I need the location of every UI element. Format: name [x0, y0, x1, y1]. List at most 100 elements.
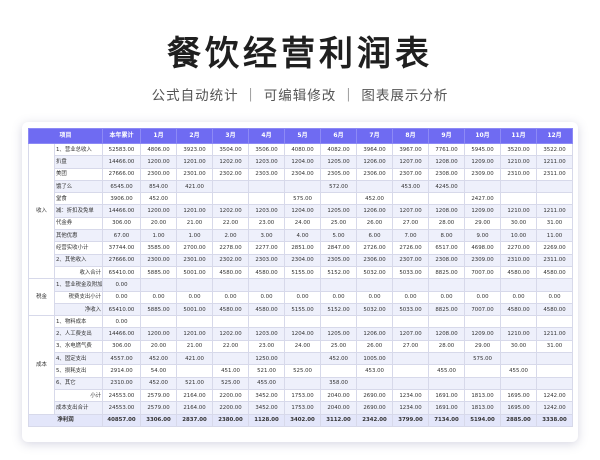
month-value-cell[interactable]: 3967.00: [392, 142, 430, 157]
month-value-cell[interactable]: [392, 352, 430, 366]
month-value-cell[interactable]: 30.00: [500, 216, 538, 231]
month-value-cell[interactable]: 452.00: [140, 352, 178, 366]
month-value-cell[interactable]: 1208.00: [428, 327, 466, 341]
month-value-cell[interactable]: [500, 192, 538, 206]
month-value-cell[interactable]: 1695.00: [500, 388, 538, 403]
month-value-cell[interactable]: 23.00: [248, 216, 286, 231]
month-value-cell[interactable]: 4082.00: [320, 142, 358, 157]
month-value-cell[interactable]: 0.00: [140, 290, 178, 304]
month-value-cell[interactable]: 1210.00: [500, 155, 538, 169]
header-item[interactable]: 项目: [27, 128, 104, 144]
net-profit-month-cell[interactable]: 3799.00: [392, 413, 430, 427]
month-value-cell[interactable]: 20.00: [140, 216, 178, 231]
month-value-cell[interactable]: 0.00: [428, 290, 466, 304]
month-value-cell[interactable]: 3585.00: [140, 241, 178, 255]
month-value-cell[interactable]: 0.00: [500, 290, 538, 304]
ytd-total-cell[interactable]: 14466.00: [102, 327, 142, 341]
month-value-cell[interactable]: 2306.00: [356, 167, 394, 181]
month-value-cell[interactable]: 1203.00: [248, 204, 286, 218]
ytd-total-cell[interactable]: 52583.00: [102, 142, 142, 157]
month-value-cell[interactable]: 24.00: [284, 339, 322, 354]
month-value-cell[interactable]: 10.00: [500, 229, 538, 243]
ytd-total-cell[interactable]: 65410.00: [102, 302, 142, 317]
ytd-total-cell[interactable]: 3906.00: [102, 192, 142, 206]
month-value-cell[interactable]: [284, 376, 322, 390]
net-profit-month-cell[interactable]: 3112.00: [320, 413, 358, 427]
month-value-cell[interactable]: [536, 352, 574, 366]
month-value-cell[interactable]: 1234.00: [392, 388, 430, 403]
month-value-cell[interactable]: 3504.00: [212, 142, 250, 157]
net-profit-month-cell[interactable]: 2342.00: [356, 413, 394, 427]
header-month[interactable]: 5月: [284, 128, 322, 144]
month-value-cell[interactable]: 1207.00: [392, 327, 430, 341]
month-value-cell[interactable]: 7761.00: [428, 142, 466, 157]
month-value-cell[interactable]: 1753.00: [284, 401, 322, 415]
month-value-cell[interactable]: 7007.00: [464, 302, 502, 317]
month-value-cell[interactable]: 2700.00: [176, 241, 214, 255]
month-value-cell[interactable]: 1204.00: [284, 155, 322, 169]
month-value-cell[interactable]: 2304.00: [284, 253, 322, 267]
month-value-cell[interactable]: 4580.00: [536, 302, 574, 317]
month-value-cell[interactable]: 1206.00: [356, 155, 394, 169]
month-value-cell[interactable]: 1242.00: [536, 388, 574, 403]
month-value-cell[interactable]: 21.00: [176, 339, 214, 354]
item-name-cell[interactable]: 1、营业税金及附加: [53, 278, 104, 292]
month-value-cell[interactable]: 4580.00: [500, 302, 538, 317]
month-value-cell[interactable]: 4698.00: [464, 241, 502, 255]
month-value-cell[interactable]: [320, 192, 358, 206]
month-value-cell[interactable]: [284, 315, 322, 329]
month-value-cell[interactable]: 31.00: [536, 339, 574, 354]
month-value-cell[interactable]: 22.00: [212, 216, 250, 231]
month-value-cell[interactable]: 2040.00: [320, 401, 358, 415]
month-value-cell[interactable]: 1.00: [140, 229, 178, 243]
month-value-cell[interactable]: [176, 278, 214, 292]
month-value-cell[interactable]: 2310.00: [500, 253, 538, 267]
month-value-cell[interactable]: 0.00: [248, 290, 286, 304]
ytd-total-cell[interactable]: 14466.00: [102, 155, 142, 169]
month-value-cell[interactable]: 2309.00: [464, 253, 502, 267]
month-value-cell[interactable]: 2303.00: [248, 253, 286, 267]
month-value-cell[interactable]: 1813.00: [464, 388, 502, 403]
month-value-cell[interactable]: 3452.00: [248, 388, 286, 403]
ytd-total-cell[interactable]: 0.00: [102, 278, 142, 292]
month-value-cell[interactable]: 0.00: [212, 290, 250, 304]
header-month[interactable]: 2月: [176, 128, 214, 144]
month-value-cell[interactable]: 2.00: [212, 229, 250, 243]
net-profit-month-cell[interactable]: 3306.00: [140, 413, 178, 427]
month-value-cell[interactable]: 1250.00: [248, 352, 286, 366]
month-value-cell[interactable]: 521.00: [248, 364, 286, 378]
month-value-cell[interactable]: 2200.00: [212, 401, 250, 415]
month-value-cell[interactable]: 1210.00: [500, 204, 538, 218]
month-value-cell[interactable]: 2305.00: [320, 167, 358, 181]
item-name-cell[interactable]: 代金券: [53, 216, 104, 231]
month-value-cell[interactable]: [212, 192, 250, 206]
month-value-cell[interactable]: 358.00: [320, 376, 358, 390]
month-value-cell[interactable]: 2040.00: [320, 388, 358, 403]
month-value-cell[interactable]: 2726.00: [392, 241, 430, 255]
month-value-cell[interactable]: 25.00: [320, 216, 358, 231]
item-name-cell[interactable]: 成本支出合计: [53, 401, 104, 415]
month-value-cell[interactable]: 521.00: [176, 376, 214, 390]
month-value-cell[interactable]: 2277.00: [248, 241, 286, 255]
month-value-cell[interactable]: 0.00: [464, 290, 502, 304]
month-value-cell[interactable]: 0.00: [392, 290, 430, 304]
month-value-cell[interactable]: 1200.00: [140, 327, 178, 341]
month-value-cell[interactable]: 2427.00: [464, 192, 502, 206]
ytd-total-cell[interactable]: 2914.00: [102, 364, 142, 378]
month-value-cell[interactable]: 9.00: [464, 229, 502, 243]
month-value-cell[interactable]: 30.00: [500, 339, 538, 354]
month-value-cell[interactable]: 1.00: [176, 229, 214, 243]
month-value-cell[interactable]: 421.00: [176, 352, 214, 366]
ytd-total-cell[interactable]: 0.00: [102, 290, 142, 304]
month-value-cell[interactable]: [536, 192, 574, 206]
month-value-cell[interactable]: 3522.00: [536, 142, 574, 157]
month-value-cell[interactable]: 2690.00: [356, 401, 394, 415]
month-value-cell[interactable]: 1211.00: [536, 155, 574, 169]
month-value-cell[interactable]: 2309.00: [464, 167, 502, 181]
header-month[interactable]: 11月: [500, 128, 538, 144]
month-value-cell[interactable]: 2303.00: [248, 167, 286, 181]
month-value-cell[interactable]: 1200.00: [140, 204, 178, 218]
ytd-total-cell[interactable]: 27666.00: [102, 167, 142, 181]
month-value-cell[interactable]: [536, 278, 574, 292]
month-value-cell[interactable]: [536, 376, 574, 390]
